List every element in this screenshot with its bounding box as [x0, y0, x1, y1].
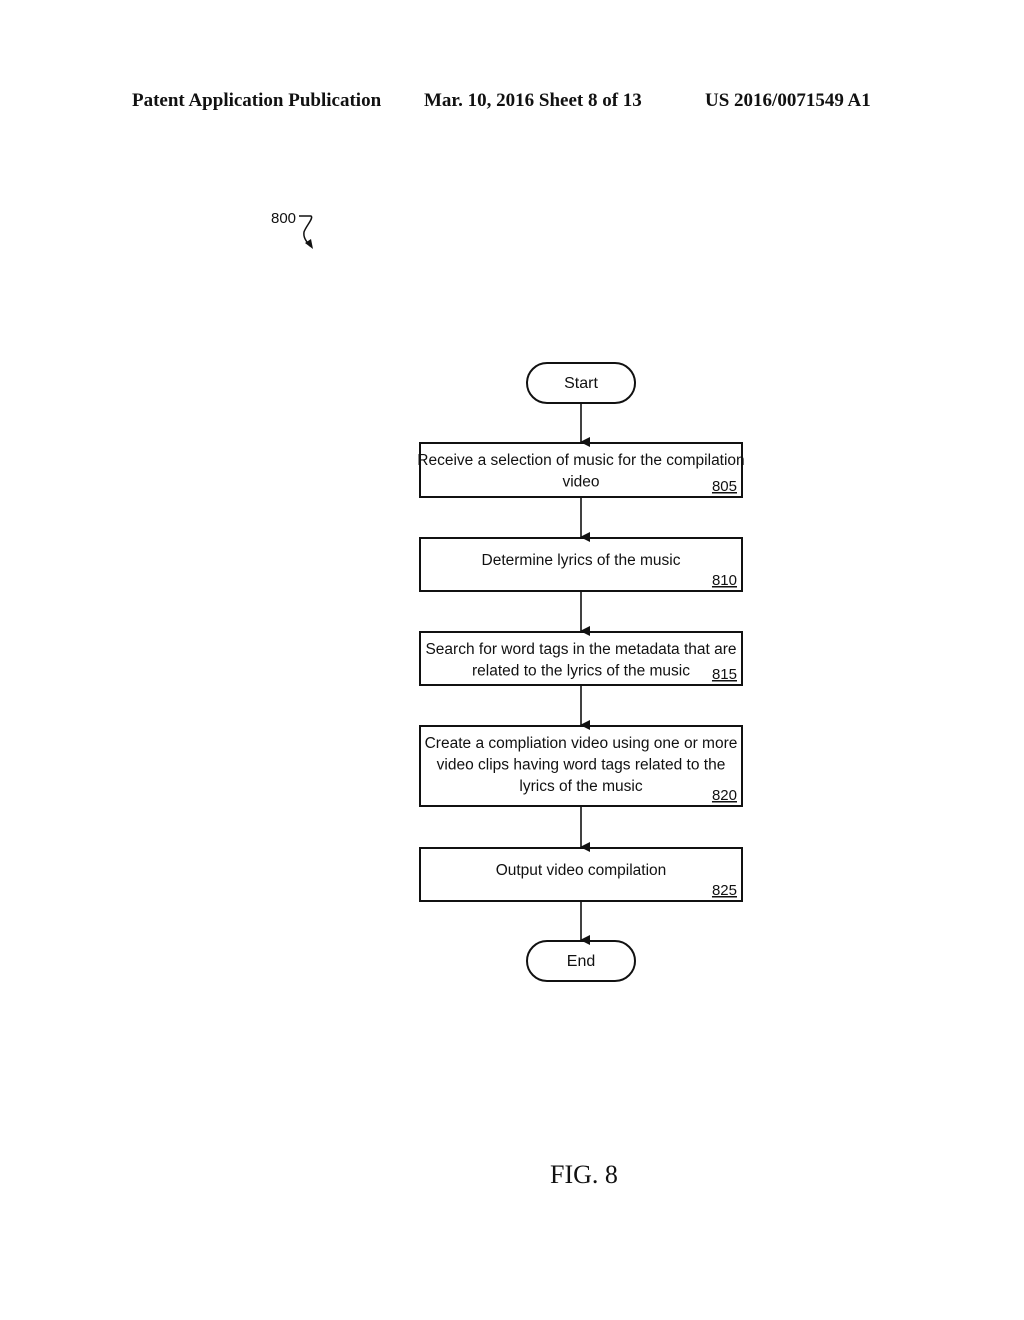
flowchart-diagram: Start End Receive a selection of music f… — [299, 215, 745, 982]
step-text-line: video — [562, 474, 599, 491]
step-text-line: video clips having word tags related to … — [437, 757, 726, 774]
step-box-825: Output video compilation 825 — [419, 847, 743, 902]
step-text-line: Receive a selection of music for the com… — [417, 452, 744, 469]
step-reference-number: 805 — [712, 478, 737, 495]
start-terminal: Start — [526, 362, 636, 404]
step-reference-number: 825 — [712, 882, 737, 899]
step-reference-number: 820 — [712, 787, 737, 804]
start-label: Start — [564, 375, 598, 392]
end-label: End — [567, 953, 595, 970]
step-text-line: Determine lyrics of the music — [482, 552, 681, 569]
step-text-line: Create a compliation video using one or … — [425, 735, 738, 752]
figure-label: FIG. 8 — [550, 1160, 618, 1189]
step-text-line: Output video compilation — [496, 862, 667, 879]
step-box-815: Search for word tags in the metadata tha… — [419, 631, 743, 686]
step-box-810: Determine lyrics of the music 810 — [419, 537, 743, 592]
step-text-line: Search for word tags in the metadata tha… — [425, 641, 736, 658]
step-reference-number: 810 — [712, 572, 737, 589]
step-text-line: related to the lyrics of the music — [472, 663, 690, 680]
step-box-820: Create a compliation video using one or … — [419, 725, 743, 807]
step-box-805: Receive a selection of music for the com… — [417, 442, 745, 498]
step-text-line: lyrics of the music — [519, 778, 642, 795]
end-terminal: End — [526, 940, 636, 982]
step-reference-number: 815 — [712, 666, 737, 683]
